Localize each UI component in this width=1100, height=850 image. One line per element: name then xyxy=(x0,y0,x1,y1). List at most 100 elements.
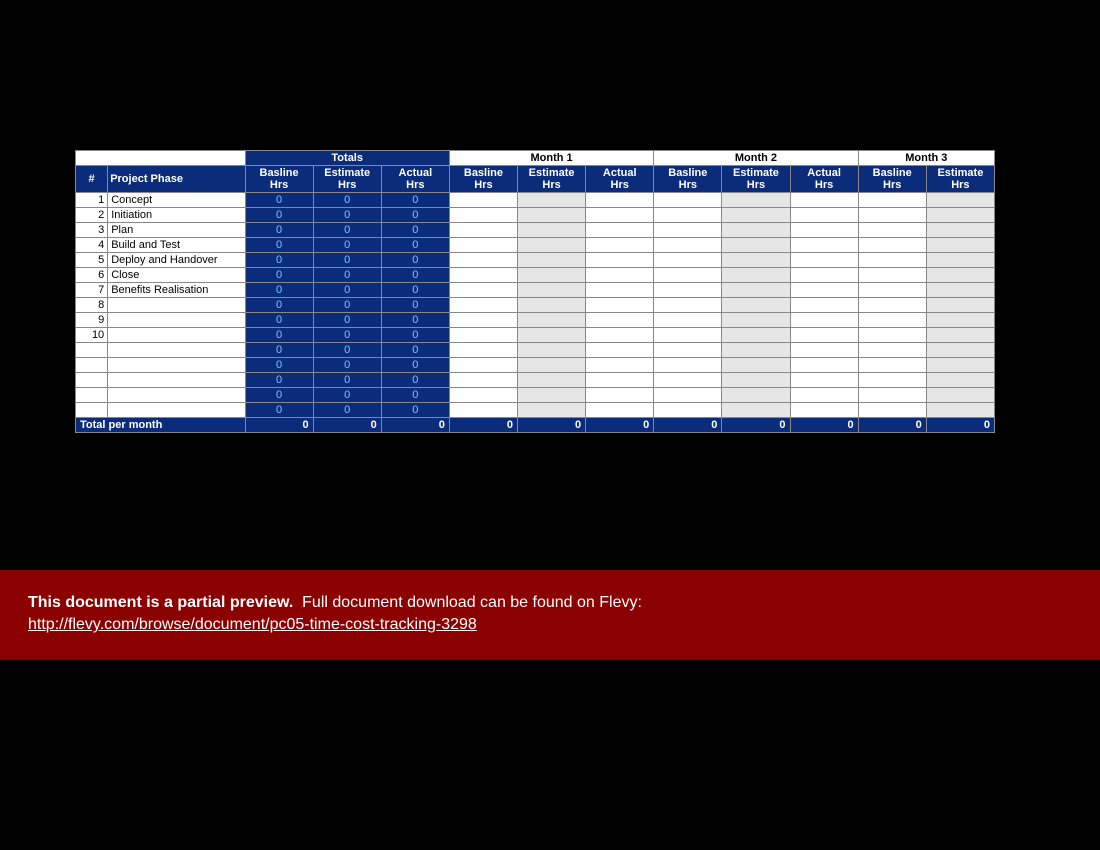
month-cell[interactable] xyxy=(790,388,858,403)
month-cell[interactable] xyxy=(790,283,858,298)
month-cell[interactable] xyxy=(790,193,858,208)
month-cell[interactable] xyxy=(926,283,994,298)
month-cell[interactable] xyxy=(586,193,654,208)
month-cell[interactable] xyxy=(858,223,926,238)
month-cell[interactable] xyxy=(654,298,722,313)
month-cell[interactable] xyxy=(449,343,517,358)
month-cell[interactable] xyxy=(654,388,722,403)
month-cell[interactable] xyxy=(790,313,858,328)
month-cell[interactable] xyxy=(518,328,586,343)
month-cell[interactable] xyxy=(586,373,654,388)
month-cell[interactable] xyxy=(858,343,926,358)
month-cell[interactable] xyxy=(858,298,926,313)
month-cell[interactable] xyxy=(926,403,994,418)
month-cell[interactable] xyxy=(586,223,654,238)
month-cell[interactable] xyxy=(654,328,722,343)
month-cell[interactable] xyxy=(858,313,926,328)
month-cell[interactable] xyxy=(926,343,994,358)
month-cell[interactable] xyxy=(518,343,586,358)
month-cell[interactable] xyxy=(790,328,858,343)
month-cell[interactable] xyxy=(518,208,586,223)
month-cell[interactable] xyxy=(722,298,790,313)
month-cell[interactable] xyxy=(449,268,517,283)
month-cell[interactable] xyxy=(858,373,926,388)
month-cell[interactable] xyxy=(790,298,858,313)
month-cell[interactable] xyxy=(449,358,517,373)
month-cell[interactable] xyxy=(790,253,858,268)
month-cell[interactable] xyxy=(586,298,654,313)
month-cell[interactable] xyxy=(449,283,517,298)
month-cell[interactable] xyxy=(449,193,517,208)
month-cell[interactable] xyxy=(858,283,926,298)
month-cell[interactable] xyxy=(926,253,994,268)
month-cell[interactable] xyxy=(518,313,586,328)
month-cell[interactable] xyxy=(722,253,790,268)
month-cell[interactable] xyxy=(586,238,654,253)
month-cell[interactable] xyxy=(449,313,517,328)
month-cell[interactable] xyxy=(518,373,586,388)
month-cell[interactable] xyxy=(926,373,994,388)
month-cell[interactable] xyxy=(926,358,994,373)
month-cell[interactable] xyxy=(586,358,654,373)
month-cell[interactable] xyxy=(790,373,858,388)
month-cell[interactable] xyxy=(722,223,790,238)
month-cell[interactable] xyxy=(654,253,722,268)
month-cell[interactable] xyxy=(722,283,790,298)
month-cell[interactable] xyxy=(926,223,994,238)
month-cell[interactable] xyxy=(586,403,654,418)
month-cell[interactable] xyxy=(654,238,722,253)
month-cell[interactable] xyxy=(449,253,517,268)
month-cell[interactable] xyxy=(518,403,586,418)
month-cell[interactable] xyxy=(926,268,994,283)
month-cell[interactable] xyxy=(518,283,586,298)
month-cell[interactable] xyxy=(654,193,722,208)
month-cell[interactable] xyxy=(858,193,926,208)
month-cell[interactable] xyxy=(926,388,994,403)
month-cell[interactable] xyxy=(449,388,517,403)
month-cell[interactable] xyxy=(654,358,722,373)
month-cell[interactable] xyxy=(449,223,517,238)
month-cell[interactable] xyxy=(858,268,926,283)
month-cell[interactable] xyxy=(858,388,926,403)
month-cell[interactable] xyxy=(586,283,654,298)
month-cell[interactable] xyxy=(722,313,790,328)
month-cell[interactable] xyxy=(722,328,790,343)
month-cell[interactable] xyxy=(722,358,790,373)
month-cell[interactable] xyxy=(722,343,790,358)
month-cell[interactable] xyxy=(790,238,858,253)
month-cell[interactable] xyxy=(858,208,926,223)
month-cell[interactable] xyxy=(790,208,858,223)
month-cell[interactable] xyxy=(586,343,654,358)
month-cell[interactable] xyxy=(518,193,586,208)
month-cell[interactable] xyxy=(449,298,517,313)
month-cell[interactable] xyxy=(654,283,722,298)
month-cell[interactable] xyxy=(790,343,858,358)
month-cell[interactable] xyxy=(449,238,517,253)
month-cell[interactable] xyxy=(518,388,586,403)
month-cell[interactable] xyxy=(722,193,790,208)
month-cell[interactable] xyxy=(586,208,654,223)
month-cell[interactable] xyxy=(722,208,790,223)
month-cell[interactable] xyxy=(858,253,926,268)
month-cell[interactable] xyxy=(654,223,722,238)
banner-link[interactable]: http://flevy.com/browse/document/pc05-ti… xyxy=(28,616,477,633)
month-cell[interactable] xyxy=(790,223,858,238)
month-cell[interactable] xyxy=(586,268,654,283)
month-cell[interactable] xyxy=(926,298,994,313)
month-cell[interactable] xyxy=(722,373,790,388)
month-cell[interactable] xyxy=(654,208,722,223)
month-cell[interactable] xyxy=(586,313,654,328)
month-cell[interactable] xyxy=(722,268,790,283)
month-cell[interactable] xyxy=(790,268,858,283)
month-cell[interactable] xyxy=(586,388,654,403)
month-cell[interactable] xyxy=(449,373,517,388)
month-cell[interactable] xyxy=(790,403,858,418)
month-cell[interactable] xyxy=(518,253,586,268)
month-cell[interactable] xyxy=(449,403,517,418)
month-cell[interactable] xyxy=(449,208,517,223)
month-cell[interactable] xyxy=(722,388,790,403)
month-cell[interactable] xyxy=(926,313,994,328)
month-cell[interactable] xyxy=(518,298,586,313)
month-cell[interactable] xyxy=(518,238,586,253)
month-cell[interactable] xyxy=(926,328,994,343)
